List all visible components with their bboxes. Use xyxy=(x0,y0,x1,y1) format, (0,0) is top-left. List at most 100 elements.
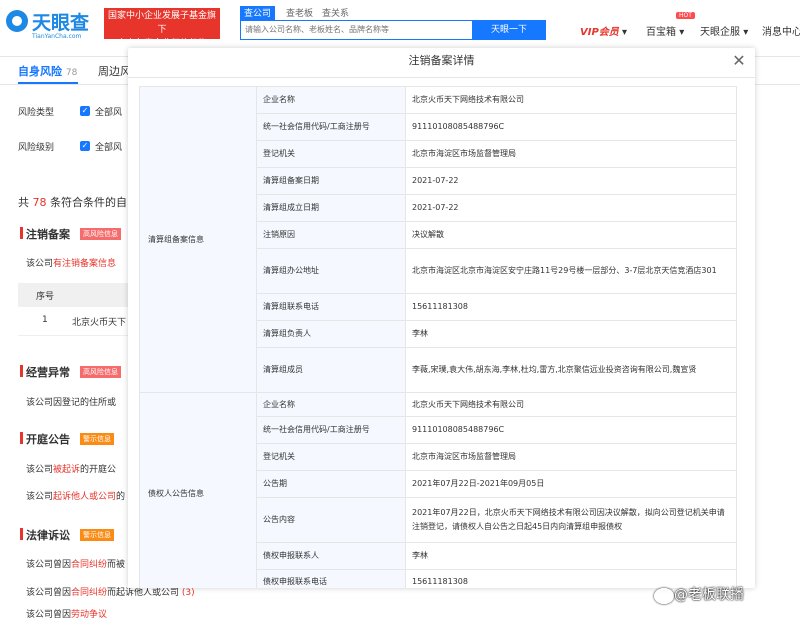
field-value: 李林 xyxy=(405,542,737,570)
field-value: 2021-07-22 xyxy=(405,194,737,222)
lawsuit-note-2-prefix: 该公司曾因 xyxy=(26,588,72,598)
group-label: 清算组备案信息 xyxy=(139,86,257,393)
field-label: 清算组负责人 xyxy=(256,320,406,348)
court-note-2-link[interactable]: 起诉他人或公司 xyxy=(53,492,116,502)
detail-table: 清算组备案信息 企业名称 北京火币天下网络技术有限公司 统一社会信用代码/工商注册号 9… xyxy=(139,86,737,588)
chevron-down-icon: ▾ xyxy=(621,27,628,38)
field-label: 统一社会信用代码/工商注册号 xyxy=(256,113,406,141)
close-icon[interactable]: ✕ xyxy=(730,52,748,70)
vip-menu[interactable]: VIP会员 ▾ xyxy=(580,23,627,38)
field-label: 清算组成员 xyxy=(256,347,406,393)
section-title-lawsuit: 法律诉讼 xyxy=(20,528,70,542)
filter-label-risk-level: 风险级别 xyxy=(18,143,55,153)
site-logo[interactable]: 天眼查 TianYanCha.com xyxy=(6,6,98,40)
lawsuit-note-1: 该公司曾因合同纠纷而被 xyxy=(26,557,125,570)
lawsuit-note-2-count: (3) xyxy=(181,588,195,598)
summary-prefix: 共 xyxy=(18,196,29,209)
row-company: 北京火币天下 xyxy=(72,318,127,328)
field-label: 企业名称 xyxy=(256,86,406,114)
warning-tag: 警示信息 xyxy=(80,529,114,541)
field-value: 北京火币天下网络技术有限公司 xyxy=(405,392,737,417)
lawsuit-note-1-prefix: 该公司曾因 xyxy=(26,560,72,570)
logo-mark-icon xyxy=(6,10,28,32)
field-value: 李薇,宋璞,袁大伟,胡东海,李林,杜均,雷方,北京聚信远业投资咨询有限公司,魏宣… xyxy=(405,347,737,393)
checkbox-checked-icon[interactable]: ✓ xyxy=(80,141,90,151)
modal-title: 注销备案详情 xyxy=(408,54,475,67)
enterprise-menu[interactable]: 天眼企服 ▾ xyxy=(700,23,748,38)
enterprise-label: 天眼企服 xyxy=(700,27,740,38)
treasure-label: 百宝箱 xyxy=(646,27,676,38)
section-title-abnormal: 经营异常 xyxy=(20,365,70,379)
slogan-banner: 国家中小企业发展子基金旗下 官方备案企业征信机构 xyxy=(104,8,220,49)
message-center-link[interactable]: 消息中心 xyxy=(762,23,800,38)
filter-value-risk-type[interactable]: 全部风 xyxy=(95,105,122,118)
court-note-2-prefix: 该公司 xyxy=(26,492,54,502)
lawsuit-note-2-link[interactable]: 合同纠纷 xyxy=(71,588,107,598)
tab-self-risk-label: 自身风险 xyxy=(18,65,62,78)
logo-domain: TianYanCha.com xyxy=(32,33,82,40)
search-tab-boss[interactable]: 查老板 xyxy=(282,6,317,20)
field-value: 北京火币天下网络技术有限公司 xyxy=(405,86,737,114)
slogan-line-1: 国家中小企业发展子基金旗下 xyxy=(107,11,216,35)
section-title-cancel: 注销备案 xyxy=(20,227,70,241)
field-value: 2021年07月22日-2021年09月05日 xyxy=(405,470,737,498)
section-title-court: 开庭公告 xyxy=(20,432,70,446)
tab-surrounding-risk[interactable]: 周边风 xyxy=(98,63,131,79)
lawsuit-note-3-link[interactable]: 劳动争议 xyxy=(71,610,107,620)
summary-count: 78 xyxy=(32,196,47,209)
field-label: 清算组备案日期 xyxy=(256,167,406,195)
tab-self-risk[interactable]: 自身风险 78 xyxy=(18,63,77,79)
cancel-record-modal: 注销备案详情 ✕ 清算组备案信息 企业名称 北京火币天下网络技术有限公司 统一社会信用… xyxy=(128,48,755,588)
checkbox-checked-icon[interactable]: ✓ xyxy=(80,106,90,116)
field-value: 北京市海淀区北京市海淀区安宁庄路11号29号楼一层部分、3-7层北京天信竞酒店3… xyxy=(405,248,737,294)
tab-self-risk-count: 78 xyxy=(65,68,78,78)
field-value: 91110108085488796C xyxy=(405,416,737,444)
field-value: 李林 xyxy=(405,320,737,348)
active-tab-indicator xyxy=(18,82,78,84)
table-row[interactable]: 1 北京火币天下 xyxy=(18,307,133,336)
field-value: 北京市海淀区市场监督管理局 xyxy=(405,140,737,168)
lawsuit-note-3: 该公司曾因劳动争议 xyxy=(26,607,107,620)
risk-tag-high: 高风险信息 xyxy=(80,366,121,378)
table-header: 序号 xyxy=(18,283,133,307)
court-note-1-prefix: 该公司 xyxy=(26,465,54,475)
field-label: 注销原因 xyxy=(256,221,406,249)
field-value: 决议解散 xyxy=(405,221,737,249)
summary-suffix: 条符合条件的自 xyxy=(50,196,127,209)
lawsuit-note-3-prefix: 该公司曾因 xyxy=(26,610,72,620)
field-label: 债权申报联系人 xyxy=(256,542,406,570)
field-label: 公告内容 xyxy=(256,497,406,543)
court-note-1-link[interactable]: 被起诉 xyxy=(53,465,80,475)
risk-tag-high: 高风险信息 xyxy=(80,228,121,240)
search-tab-relation[interactable]: 查关系 xyxy=(318,6,353,20)
search-input[interactable] xyxy=(245,22,465,36)
court-note-2-suffix: 的 xyxy=(116,492,126,502)
search-tab-company[interactable]: 查公司 xyxy=(240,6,276,20)
cancel-note-link[interactable]: 有注销备案信息 xyxy=(53,259,116,269)
field-label: 企业名称 xyxy=(256,392,406,417)
filter-value-risk-level[interactable]: 全部风 xyxy=(95,140,122,153)
field-value: 15611181308 xyxy=(405,293,737,321)
lawsuit-note-1-link[interactable]: 合同纠纷 xyxy=(71,560,107,570)
field-label: 清算组联系电话 xyxy=(256,293,406,321)
field-label: 债权申报联系电话 xyxy=(256,569,406,588)
field-value: 北京市海淀区市场监督管理局 xyxy=(405,443,737,471)
lawsuit-note-2-suffix: 而起诉他人或公司 xyxy=(107,588,180,598)
court-note-1-suffix: 的开庭公 xyxy=(80,465,117,475)
logo-name: 天眼查 xyxy=(32,12,90,34)
field-label: 登记机关 xyxy=(256,140,406,168)
field-label: 登记机关 xyxy=(256,443,406,471)
filter-label-risk-type: 风险类型 xyxy=(18,108,55,118)
modal-divider xyxy=(128,77,755,78)
detail-row: 债权人公告信息 企业名称 北京火币天下网络技术有限公司 xyxy=(139,392,737,588)
search-button[interactable]: 天眼一下 xyxy=(472,20,546,40)
group-label: 债权人公告信息 xyxy=(139,392,257,588)
watermark: @老板联播 xyxy=(674,587,744,603)
field-value: 2021年07月22日，北京火币天下网络技术有限公司因决议解散，拟向公司登记机关… xyxy=(405,497,737,543)
field-label: 清算组办公地址 xyxy=(256,248,406,294)
field-label: 统一社会信用代码/工商注册号 xyxy=(256,416,406,444)
vip-label: VIP会员 xyxy=(580,27,619,38)
field-value: 91110108085488796C xyxy=(405,113,737,141)
treasure-menu[interactable]: 百宝箱 ▾ xyxy=(646,23,684,38)
result-summary: 共 78 条符合条件的自 xyxy=(18,194,127,210)
